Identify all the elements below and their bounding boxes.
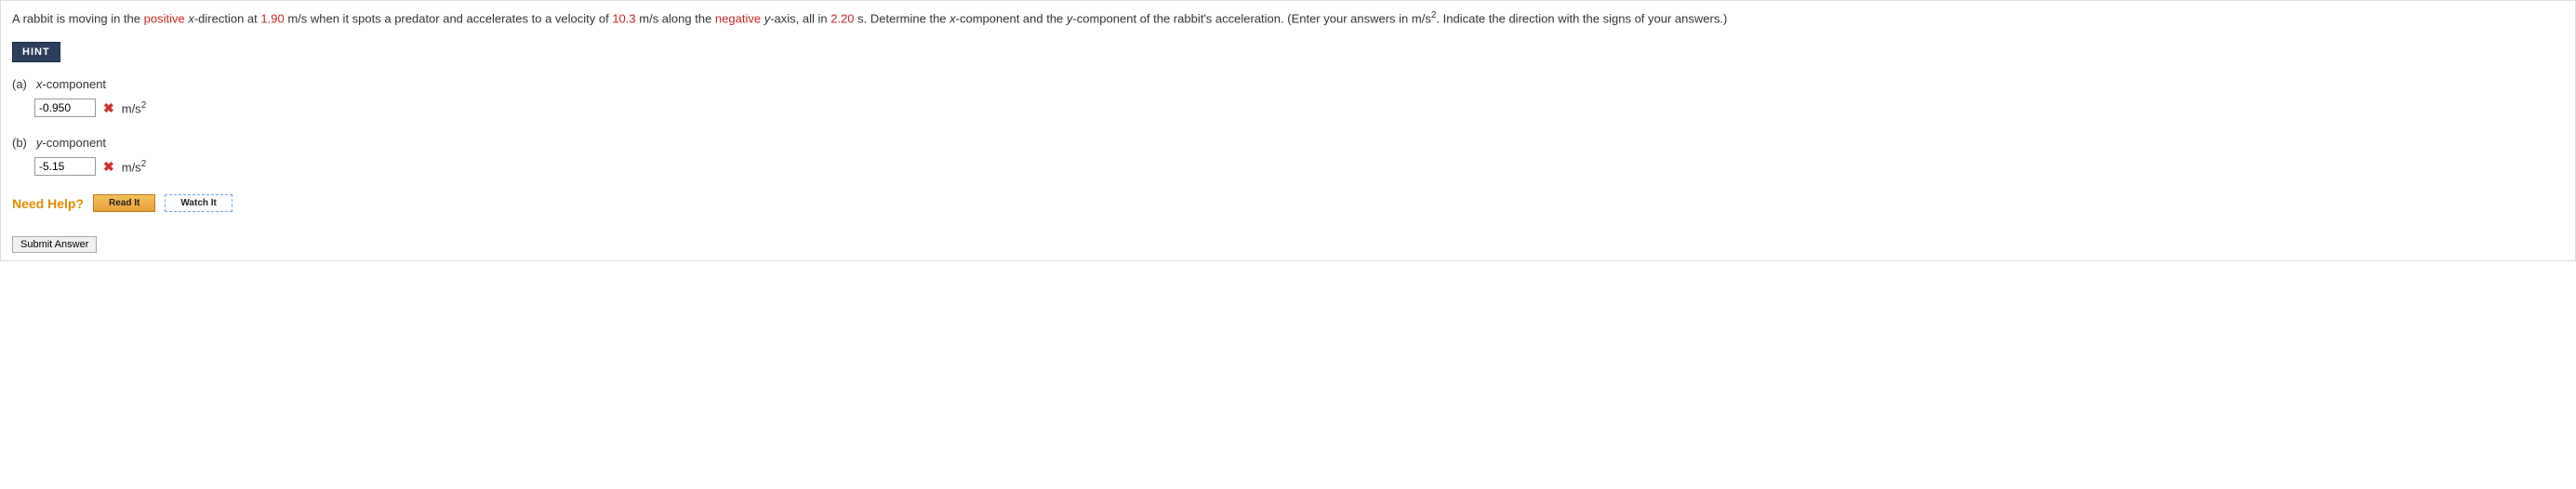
part-b-label: (b)y-component xyxy=(12,136,2564,150)
text: m/s when it spots a predator and acceler… xyxy=(285,11,613,25)
watch-it-button[interactable]: Watch It xyxy=(165,194,232,212)
text: A rabbit is moving in the xyxy=(12,11,144,25)
text-red: 2.20 xyxy=(830,11,854,25)
part-letter: (b) xyxy=(12,136,27,150)
need-help-label: Need Help? xyxy=(12,196,84,211)
text-red: 10.3 xyxy=(612,11,635,25)
part-a-label: (a)x-component xyxy=(12,77,2564,91)
incorrect-icon: ✖ xyxy=(103,159,114,175)
unit-label: m/s2 xyxy=(122,159,147,174)
read-it-button[interactable]: Read It xyxy=(93,194,155,212)
part-suffix: -component xyxy=(42,136,106,150)
part-b: (b)y-component ✖ m/s2 xyxy=(12,136,2564,176)
text-red: 1.90 xyxy=(260,11,284,25)
text: -component of the rabbit's acceleration.… xyxy=(1072,11,1430,25)
text: -axis, all in xyxy=(770,11,830,25)
submit-answer-button[interactable]: Submit Answer xyxy=(12,236,97,253)
answer-input-b[interactable] xyxy=(34,157,96,176)
need-help-row: Need Help? Read It Watch It xyxy=(12,194,2564,212)
text: s. Determine the xyxy=(855,11,950,25)
text: m/s along the xyxy=(636,11,715,25)
text-red: positive xyxy=(144,11,185,25)
text: -direction at xyxy=(194,11,261,25)
unit-label: m/s2 xyxy=(122,100,147,115)
part-letter: (a) xyxy=(12,77,27,91)
text-red: negative xyxy=(715,11,761,25)
problem-statement: A rabbit is moving in the positive x-dir… xyxy=(12,8,2564,29)
text: . Indicate the direction with the signs … xyxy=(1436,11,1727,25)
part-suffix: -component xyxy=(42,77,106,91)
incorrect-icon: ✖ xyxy=(103,100,114,116)
hint-button[interactable]: HINT xyxy=(12,42,60,62)
answer-input-a[interactable] xyxy=(34,99,96,117)
part-a: (a)x-component ✖ m/s2 xyxy=(12,77,2564,117)
text: -component and the xyxy=(956,11,1067,25)
